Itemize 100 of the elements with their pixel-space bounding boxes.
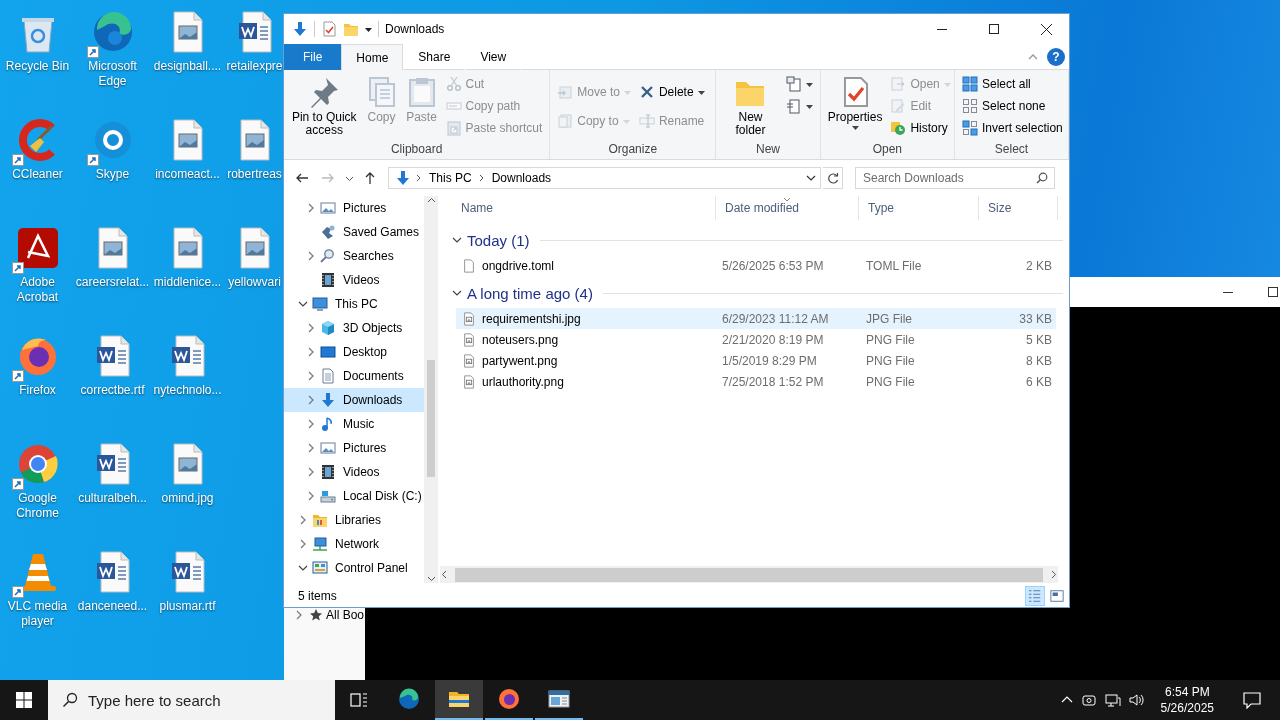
tree-item[interactable]: Pictures [284,436,424,460]
grid-icon [962,76,978,92]
notification-icon [1243,691,1261,709]
chevron-up-icon [426,196,436,205]
help-button[interactable]: ? [1047,47,1065,66]
image-file-icon [462,311,476,326]
search-field[interactable]: Search Downloads [855,167,1055,189]
arrow-left-icon [295,171,309,185]
tree-item[interactable]: Network [284,532,424,556]
folder-icon [312,512,328,528]
close-icon [1040,23,1052,35]
ribbon-tab[interactable]: Home [341,44,404,71]
bookmark-folder[interactable]: All Boo [284,608,365,622]
horizontal-scrollbar[interactable] [440,566,1058,583]
file-name[interactable]: urlauthority.png [456,374,716,389]
browser-icon [397,687,421,711]
tree-item[interactable]: Local Disk (C:) [284,484,424,508]
file-name[interactable]: noteusers.png [456,332,716,347]
tree-item[interactable]: Documents [284,364,424,388]
file-name[interactable]: ongdrive.toml [456,258,716,273]
chevron-right-icon [477,174,486,182]
task-view-icon [350,691,368,709]
ribbon-tab[interactable]: File [284,44,342,70]
vertical-scrollbar[interactable] [424,196,438,583]
image-file-icon [462,353,476,368]
search-icon [1036,172,1048,184]
ribbon-command[interactable]: Select none [959,95,1066,117]
image-file-icon [462,332,476,347]
tree-item[interactable]: Desktop [284,340,424,364]
column-header[interactable]: Name [452,196,716,220]
clock-time: 6:54 PM [1164,684,1210,700]
film-icon [320,272,336,288]
group-label: Organize [607,142,659,158]
scroll-thumb[interactable] [427,360,435,477]
ribbon-command[interactable]: Invert selection [959,117,1066,139]
refresh-button[interactable] [823,167,843,189]
cube-icon [320,320,336,336]
arrow-up-icon [363,171,377,185]
column-header[interactable]: Type [859,196,979,220]
ribbon-command[interactable]: Properties [824,70,886,138]
picture-icon [320,440,336,456]
file-name[interactable]: partywent.png [456,353,716,368]
ribbon-command[interactable]: Select all [959,73,1066,95]
ribbon-command[interactable]: Delete [635,81,708,103]
tree-item[interactable]: Pictures [284,196,424,220]
taskbar-app-button[interactable] [435,680,483,720]
taskbar-search-field[interactable]: Type here to search [48,680,335,720]
tree-item[interactable]: Saved Games [284,220,424,244]
window-icon [547,687,571,711]
game-pieces-icon [320,224,336,240]
tree-item[interactable]: This PC [284,292,424,316]
window-title: Downloads [385,22,445,36]
file-size: 6 KB [1025,374,1053,389]
arrow-right-icon [321,171,335,185]
tree-item[interactable]: Searches [284,244,424,268]
tree-item[interactable]: Control Panel [284,556,424,580]
status-text: 5 items [298,589,337,603]
tree-item[interactable]: Videos [284,268,424,292]
tree-item[interactable]: 3D Objects [284,316,424,340]
file-size: 8 KB [1025,353,1053,368]
group-header[interactable]: Today (1) [440,228,1069,252]
ribbon-command[interactable]: Pin to Quick access [288,70,361,138]
download-arrow-icon [320,392,336,408]
scissors-icon [445,76,462,92]
windows-logo-icon [16,692,32,708]
drive-icon [320,488,336,504]
chevron-down-icon [806,173,816,183]
column-header[interactable]: Size [979,196,1058,220]
file-type: PNG File [865,332,916,347]
ribbon-command[interactable]: History [887,117,954,139]
column-header[interactable]: Date modified [716,196,859,220]
scroll-thumb[interactable] [455,567,1043,582]
group-label: Clipboard [389,142,444,158]
file-row[interactable]: noteusers.png 2/21/2020 8:19 PM PNG File 5 KB [456,329,1056,350]
tree-item[interactable]: Music [284,412,424,436]
date-modified: 1/5/2019 8:29 PM [721,353,818,368]
tree-item[interactable]: Videos [284,460,424,484]
breadcrumb[interactable]: This PC [427,171,474,185]
date-modified: 6/29/2023 11:12 AM [721,311,830,326]
maximize-icon [989,24,999,34]
group-header[interactable]: A long time ago (4) [440,281,1069,305]
file-row[interactable]: partywent.png 1/5/2019 8:29 PM PNG File 8 KB [456,350,1056,371]
ribbon-command[interactable]: New folder [720,70,781,138]
tree-item[interactable]: Libraries [284,508,424,532]
breadcrumb[interactable]: Downloads [489,171,554,185]
file-row[interactable]: requirementshi.jpg 6/29/2023 11:12 AM JPG File 33 KB [456,308,1056,329]
file-row[interactable]: urlauthority.png 7/25/2018 1:52 PM PNG File 6 KB [456,371,1056,392]
tree-item[interactable]: Downloads [284,388,424,412]
open-icon [890,76,907,92]
computer-icon [312,296,328,312]
clock-date: 5/26/2025 [1160,700,1214,716]
browser-icon [497,687,521,711]
address-bar[interactable]: This PC Downloads [388,167,821,189]
group-label: Select [993,142,1030,158]
folder-copy-icon [557,113,574,129]
clock[interactable]: 6:54 PM 5/26/2025 [1152,684,1222,716]
pencil-icon [890,98,907,114]
file-row[interactable]: ongdrive.toml 5/26/2025 6:53 PM TOML File 2 KB [456,255,1056,276]
file-name[interactable]: requirementshi.jpg [456,311,716,326]
chevron-down-icon [426,574,436,583]
